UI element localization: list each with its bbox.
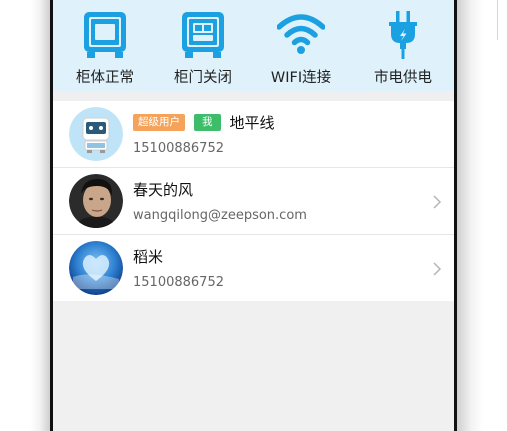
user-info: 稻米 15100886752 — [133, 245, 424, 291]
user-row-horizon[interactable]: 超级用户 我 地平线 15100886752 — [53, 101, 454, 168]
power-plug-icon — [379, 10, 427, 60]
user-info: 春天的风 wangqilong@zeepson.com — [133, 178, 424, 224]
super-user-badge: 超级用户 — [133, 113, 185, 131]
phone-side-button — [491, 0, 498, 40]
robot-avatar — [69, 107, 123, 161]
device-status-bar: 柜体正常 柜门关闭 WIFI连接 市电供电 — [53, 0, 454, 91]
user-phone: 15100886752 — [133, 141, 224, 156]
status-power: 市电供电 — [353, 8, 453, 88]
me-badge: 我 — [194, 113, 221, 131]
wifi-icon — [276, 10, 326, 60]
section-divider — [53, 91, 454, 101]
user-name-line: 稻米 — [133, 245, 424, 267]
phone-bezel-right — [457, 0, 507, 431]
safe-door-icon — [179, 10, 227, 60]
user-phone: 15100886752 — [133, 275, 224, 290]
status-cabinet: 柜体正常 — [55, 8, 155, 88]
cabinet-icon — [81, 10, 129, 60]
user-row-spring-wind[interactable]: 春天的风 wangqilong@zeepson.com — [53, 168, 454, 235]
chevron-right-icon[interactable] — [432, 261, 442, 276]
app-screen: 柜体正常 柜门关闭 WIFI连接 市电供电 超级用户 我 地平线 1510088… — [50, 0, 457, 431]
status-label-door: 柜门关闭 — [174, 70, 232, 86]
user-row-rice[interactable]: 稻米 15100886752 — [53, 235, 454, 301]
user-name-line: 春天的风 — [133, 178, 424, 200]
user-info: 超级用户 我 地平线 15100886752 — [133, 111, 424, 156]
status-label-power: 市电供电 — [374, 70, 432, 86]
user-name-line: 超级用户 我 地平线 — [133, 111, 424, 133]
status-label-cabinet: 柜体正常 — [76, 70, 134, 86]
user-name: 稻米 — [133, 247, 164, 266]
person-photo-avatar — [69, 174, 123, 228]
sky-heart-avatar — [69, 241, 123, 295]
status-wifi: WIFI连接 — [251, 8, 351, 88]
status-door: 柜门关闭 — [153, 8, 253, 88]
user-name: 地平线 — [229, 113, 275, 132]
chevron-right-icon[interactable] — [432, 194, 442, 209]
phone-frame: 柜体正常 柜门关闭 WIFI连接 市电供电 超级用户 我 地平线 1510088… — [0, 0, 507, 431]
user-name: 春天的风 — [133, 180, 194, 199]
status-label-wifi: WIFI连接 — [270, 70, 332, 86]
user-list: 超级用户 我 地平线 15100886752 春天的风 wangqilong@z… — [53, 101, 454, 301]
user-email: wangqilong@zeepson.com — [133, 208, 307, 223]
phone-bezel-left — [0, 0, 50, 431]
